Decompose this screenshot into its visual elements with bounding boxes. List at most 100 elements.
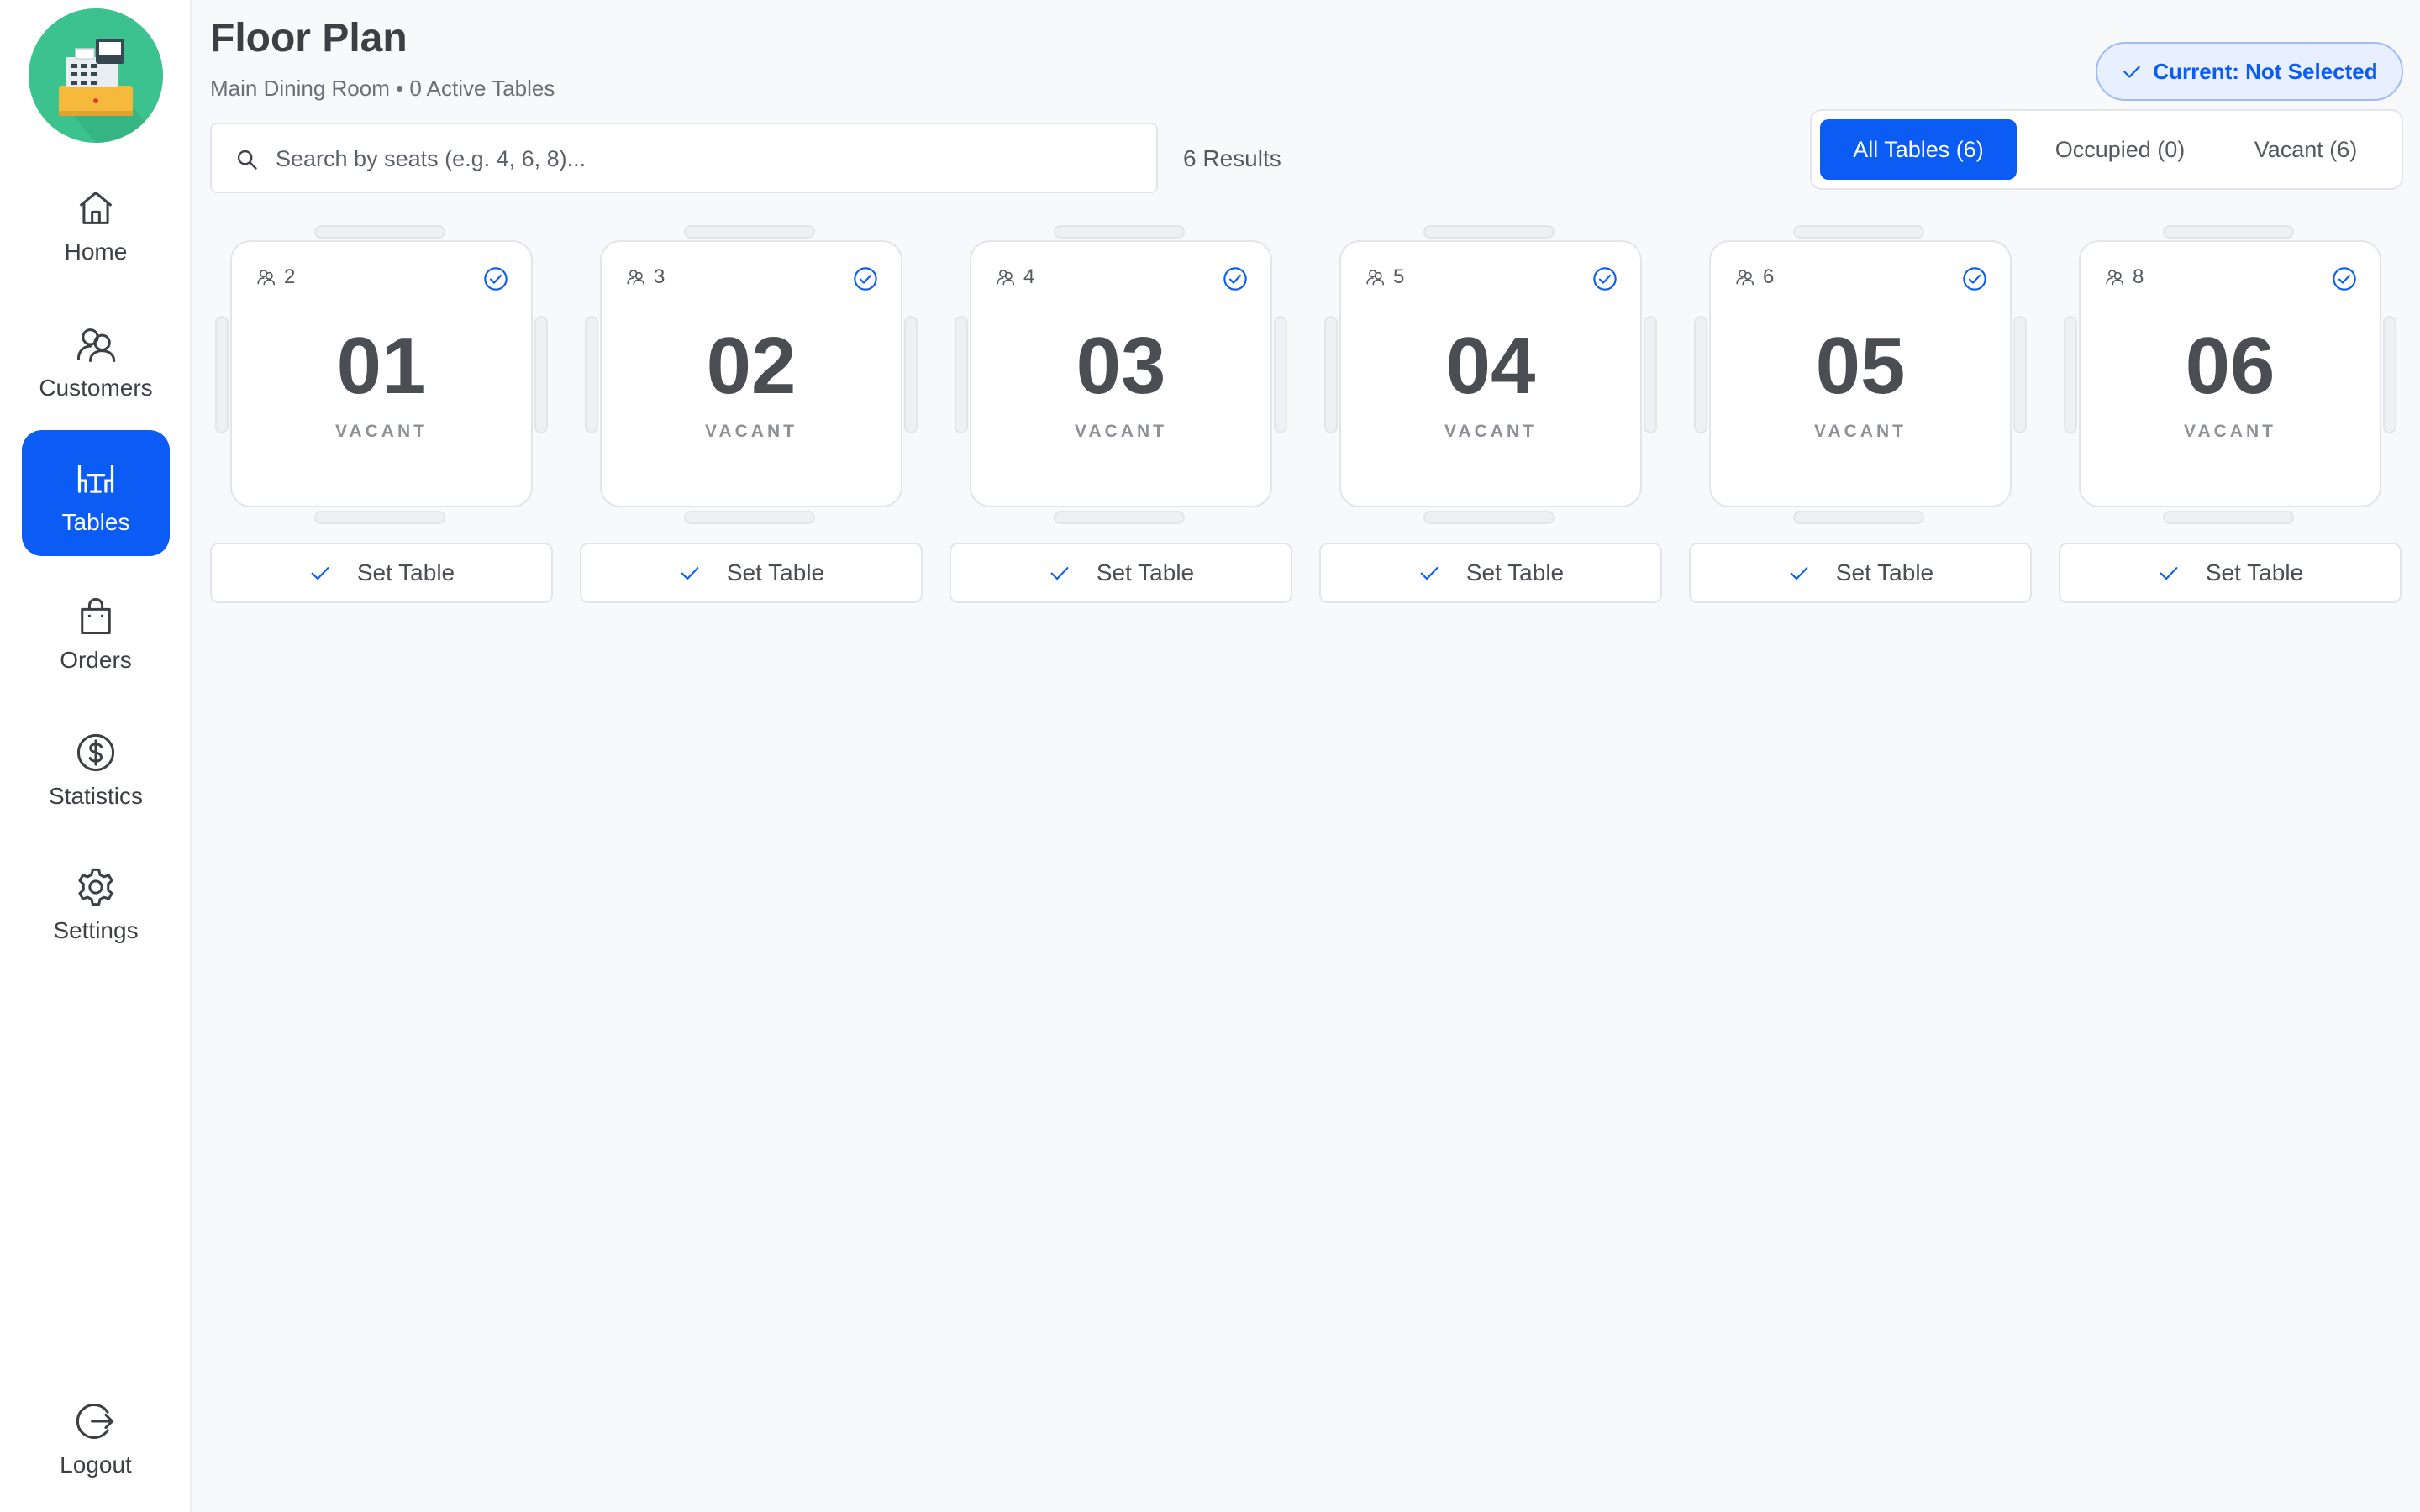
sidebar-item-customers[interactable]: Customers (22, 296, 170, 422)
chair (2064, 316, 2077, 433)
logout-icon (74, 1399, 118, 1443)
table-unit: 3 02 VACANT Set Table (580, 225, 923, 603)
sidebar: Home Customers Tables Orders Statistics … (0, 0, 192, 1512)
sidebar-item-statistics[interactable]: Statistics (22, 704, 170, 830)
chair (1054, 225, 1185, 239)
chair (684, 511, 815, 524)
current-table-badge[interactable]: Current: Not Selected (2096, 42, 2403, 101)
chair (2163, 225, 2294, 239)
seat-count: 8 (2104, 265, 2144, 289)
table-status: VACANT (1444, 422, 1537, 441)
table-number: 04 (1445, 321, 1536, 411)
check-circle-icon (484, 267, 508, 291)
home-icon (74, 186, 118, 230)
set-table-button[interactable]: Set Table (950, 543, 1292, 603)
chair (2013, 316, 2027, 433)
chair (2383, 316, 2396, 433)
chair (955, 316, 968, 433)
set-table-label: Set Table (356, 559, 455, 585)
guests-icon (257, 270, 276, 286)
set-table-button[interactable]: Set Table (210, 543, 553, 603)
sidebar-item-settings[interactable]: Settings (22, 838, 170, 964)
table-unit: 4 03 VACANT Set Table (950, 225, 1292, 603)
search-input[interactable] (276, 138, 1133, 180)
guests-icon (1366, 270, 1385, 286)
chair (1423, 225, 1555, 239)
set-table-button[interactable]: Set Table (1689, 543, 2032, 603)
results-count: 6 Results (1183, 145, 1281, 171)
chair (684, 225, 815, 239)
page-subtitle: Main Dining Room • 0 Active Tables (210, 76, 555, 101)
chair (215, 316, 229, 433)
table-status: VACANT (2184, 422, 2276, 441)
table-unit: 8 06 VACANT Set Table (2059, 225, 2402, 603)
table-card[interactable]: 2 01 VACANT (230, 240, 533, 507)
table-status: VACANT (1075, 422, 1167, 441)
table-status: VACANT (705, 422, 797, 441)
seat-count-value: 8 (2133, 265, 2144, 288)
logout-label: Logout (60, 1452, 132, 1478)
chair (1274, 316, 1287, 433)
search-icon (237, 150, 257, 170)
cash-register-icon[interactable] (29, 8, 163, 143)
logout-button[interactable]: Logout (22, 1373, 170, 1499)
table-number: 05 (1815, 321, 1906, 411)
set-table-label: Set Table (1096, 559, 1195, 585)
tab-vacant[interactable]: Vacant (6) (2218, 119, 2393, 180)
table-card[interactable]: 3 02 VACANT (600, 240, 902, 507)
chair (314, 511, 445, 524)
set-table-label: Set Table (2205, 559, 2304, 585)
check-icon (1420, 567, 1439, 580)
seat-count: 4 (995, 265, 1034, 289)
table-card[interactable]: 6 05 VACANT (1709, 240, 2012, 507)
chair (534, 316, 548, 433)
set-table-label: Set Table (1465, 559, 1565, 585)
guests-icon (997, 270, 1015, 286)
table-number: 06 (2185, 321, 2275, 411)
set-table-button[interactable]: Set Table (580, 543, 923, 603)
table-number: 02 (706, 321, 797, 411)
check-circle-icon (1223, 267, 1247, 291)
check-circle-icon (1593, 267, 1617, 291)
set-table-button[interactable]: Set Table (2059, 543, 2402, 603)
filter-tabs: All Tables (6) Occupied (0) Vacant (6) (1810, 109, 2403, 190)
chair (314, 225, 445, 239)
seat-count: 6 (1734, 265, 1774, 289)
check-circle-icon (2333, 267, 2356, 291)
tab-occupied[interactable]: Occupied (0) (2025, 119, 2215, 180)
seat-count-value: 5 (1393, 265, 1405, 288)
sidebar-item-label: Tables (61, 509, 130, 535)
seat-count-value: 3 (654, 265, 666, 288)
sidebar-item-label: Home (64, 239, 128, 265)
sidebar-item-label: Settings (53, 917, 139, 943)
table-card[interactable]: 5 04 VACANT (1339, 240, 1642, 507)
sidebar-item-label: Statistics (48, 783, 144, 809)
check-icon (681, 567, 699, 580)
sidebar-item-home[interactable]: Home (22, 160, 170, 286)
check-icon (2123, 66, 2141, 78)
sidebar-item-label: Orders (60, 647, 132, 673)
sidebar-item-orders[interactable]: Orders (22, 568, 170, 694)
set-table-label: Set Table (1835, 559, 1934, 585)
chair (1694, 316, 1707, 433)
users-icon (74, 323, 118, 366)
tab-all-tables[interactable]: All Tables (6) (1820, 119, 2017, 180)
guests-icon (627, 270, 645, 286)
chair (1324, 316, 1338, 433)
dining-table-icon (74, 457, 118, 501)
set-table-button[interactable]: Set Table (1319, 543, 1662, 603)
check-icon (1050, 567, 1069, 580)
seat-count: 3 (625, 265, 665, 289)
shopping-bag-icon (74, 595, 118, 638)
set-table-label: Set Table (726, 559, 825, 585)
current-table-label: Current: Not Selected (2153, 58, 2378, 84)
table-card[interactable]: 8 06 VACANT (2079, 240, 2381, 507)
chair (904, 316, 918, 433)
table-card[interactable]: 4 03 VACANT (970, 240, 1272, 507)
table-unit: 5 04 VACANT Set Table (1319, 225, 1662, 603)
check-icon (2160, 567, 2178, 580)
chair (1644, 316, 1657, 433)
table-number: 03 (1076, 321, 1166, 411)
seat-count-value: 4 (1023, 265, 1035, 288)
sidebar-item-tables[interactable]: Tables (22, 430, 170, 556)
